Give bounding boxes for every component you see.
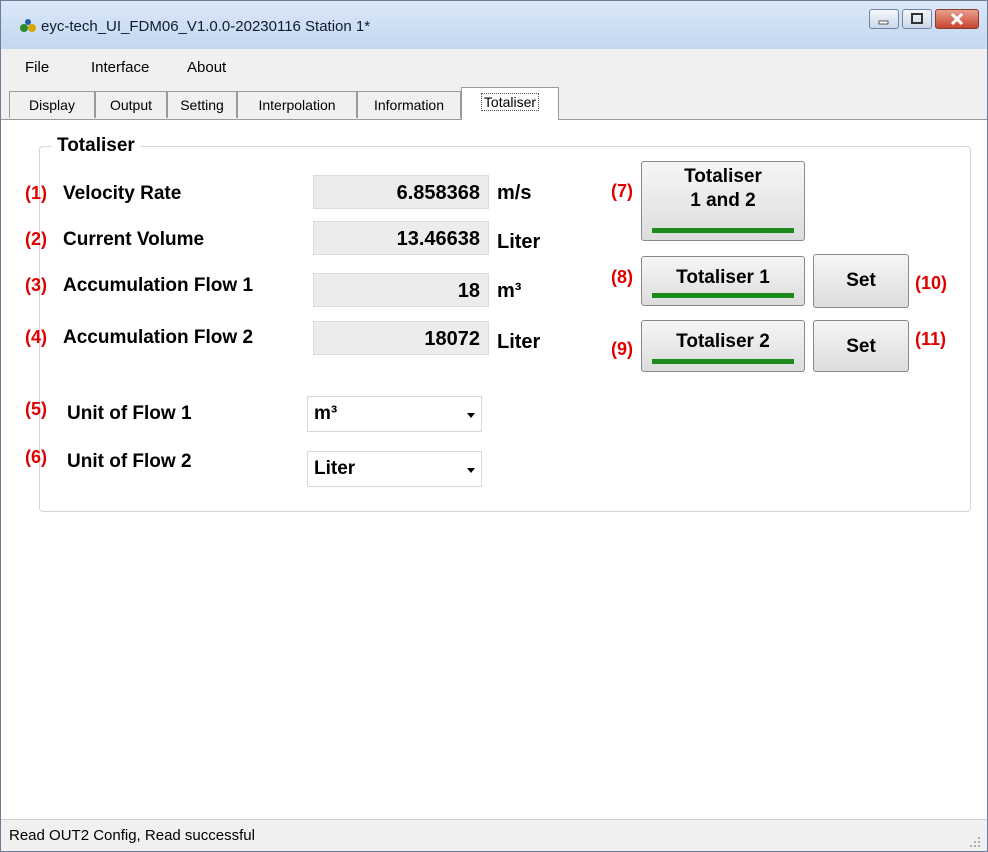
- chevron-down-icon: [467, 468, 475, 473]
- window-controls: [866, 9, 979, 29]
- annotation-6: (6): [25, 447, 47, 467]
- totaliser-1-label: Totaliser 1: [676, 267, 770, 288]
- tab-totaliser-label: Totaliser: [480, 93, 540, 111]
- window-title: eyc-tech_UI_FDM06_V1.0.0-20230116 Statio…: [41, 18, 371, 35]
- totaliser-2-indicator: [652, 359, 794, 364]
- minimize-icon: [878, 20, 889, 25]
- set-2-button[interactable]: Set: [813, 320, 909, 372]
- annotation-2: (2): [25, 229, 47, 249]
- menu-about[interactable]: About: [187, 59, 226, 76]
- unit-of-flow-1-value: m³: [314, 403, 338, 424]
- totaliser-1-indicator: [652, 293, 794, 298]
- accumulation-flow-1-unit: m³: [497, 280, 522, 302]
- totaliser-2-button[interactable]: Totaliser 2: [641, 320, 805, 372]
- current-volume-unit: Liter: [497, 231, 541, 253]
- tab-setting[interactable]: Setting: [167, 91, 237, 118]
- tab-output[interactable]: Output: [95, 91, 167, 118]
- unit-of-flow-1-label: Unit of Flow 1: [67, 403, 192, 424]
- set-1-button[interactable]: Set: [813, 254, 909, 308]
- annotation-11: (11): [915, 329, 947, 349]
- menu-file[interactable]: File: [25, 59, 49, 76]
- velocity-rate-unit: m/s: [497, 182, 532, 204]
- resize-grip-icon[interactable]: [969, 836, 981, 848]
- totaliser-1-and-2-button[interactable]: Totaliser 1 and 2: [641, 161, 805, 241]
- tab-information[interactable]: Information: [357, 91, 461, 118]
- totaliser-1-and-2-line1: Totaliser: [684, 166, 762, 187]
- maximize-button[interactable]: [902, 9, 932, 29]
- annotation-9: (9): [611, 339, 633, 359]
- set-2-label: Set: [846, 336, 876, 357]
- annotation-5: (5): [25, 399, 47, 419]
- current-volume-label: Current Volume: [63, 229, 205, 250]
- set-1-label: Set: [846, 270, 876, 291]
- title-bar: eyc-tech_UI_FDM06_V1.0.0-20230116 Statio…: [1, 1, 987, 49]
- totaliser-2-label: Totaliser 2: [676, 331, 770, 352]
- annotation-8: (8): [611, 267, 633, 287]
- status-bar: Read OUT2 Config, Read successful: [1, 819, 987, 851]
- tab-interpolation[interactable]: Interpolation: [237, 91, 357, 118]
- unit-of-flow-2-label: Unit of Flow 2: [67, 451, 192, 472]
- annotation-4: (4): [25, 327, 47, 347]
- tab-strip: Display Output Setting Interpolation Inf…: [1, 83, 987, 120]
- annotation-1: (1): [25, 183, 47, 203]
- group-title: Totaliser: [51, 135, 141, 157]
- annotation-3: (3): [25, 275, 47, 295]
- app-window: eyc-tech_UI_FDM06_V1.0.0-20230116 Statio…: [0, 0, 988, 852]
- tab-display[interactable]: Display: [9, 91, 95, 118]
- app-logo-icon: [20, 19, 36, 32]
- unit-of-flow-1-select[interactable]: m³: [307, 396, 482, 432]
- totaliser-1-and-2-line2: 1 and 2: [690, 190, 756, 211]
- minimize-button[interactable]: [869, 9, 899, 29]
- menu-bar: File Interface About: [1, 49, 987, 83]
- accumulation-flow-1-label: Accumulation Flow 1: [63, 275, 254, 296]
- accumulation-flow-2-field: 18072: [313, 321, 489, 355]
- unit-of-flow-2-select[interactable]: Liter: [307, 451, 482, 487]
- velocity-rate-label: Velocity Rate: [63, 183, 182, 204]
- velocity-rate-field: 6.858368: [313, 175, 489, 209]
- chevron-down-icon: [467, 413, 475, 418]
- current-volume-field: 13.46638: [313, 221, 489, 255]
- maximize-icon: [911, 13, 923, 24]
- unit-of-flow-2-value: Liter: [314, 458, 356, 479]
- close-button[interactable]: [935, 9, 979, 29]
- annotation-10: (10): [915, 273, 948, 293]
- close-icon: [950, 12, 964, 26]
- totaliser-1-and-2-indicator: [652, 228, 794, 233]
- accumulation-flow-1-field: 18: [313, 273, 489, 307]
- menu-interface[interactable]: Interface: [91, 59, 149, 76]
- annotation-7: (7): [611, 181, 633, 201]
- totaliser-1-button[interactable]: Totaliser 1: [641, 256, 805, 306]
- status-text: Read OUT2 Config, Read successful: [9, 827, 255, 844]
- accumulation-flow-2-unit: Liter: [497, 331, 541, 353]
- accumulation-flow-2-label: Accumulation Flow 2: [63, 327, 254, 348]
- tab-totaliser[interactable]: Totaliser: [461, 87, 559, 120]
